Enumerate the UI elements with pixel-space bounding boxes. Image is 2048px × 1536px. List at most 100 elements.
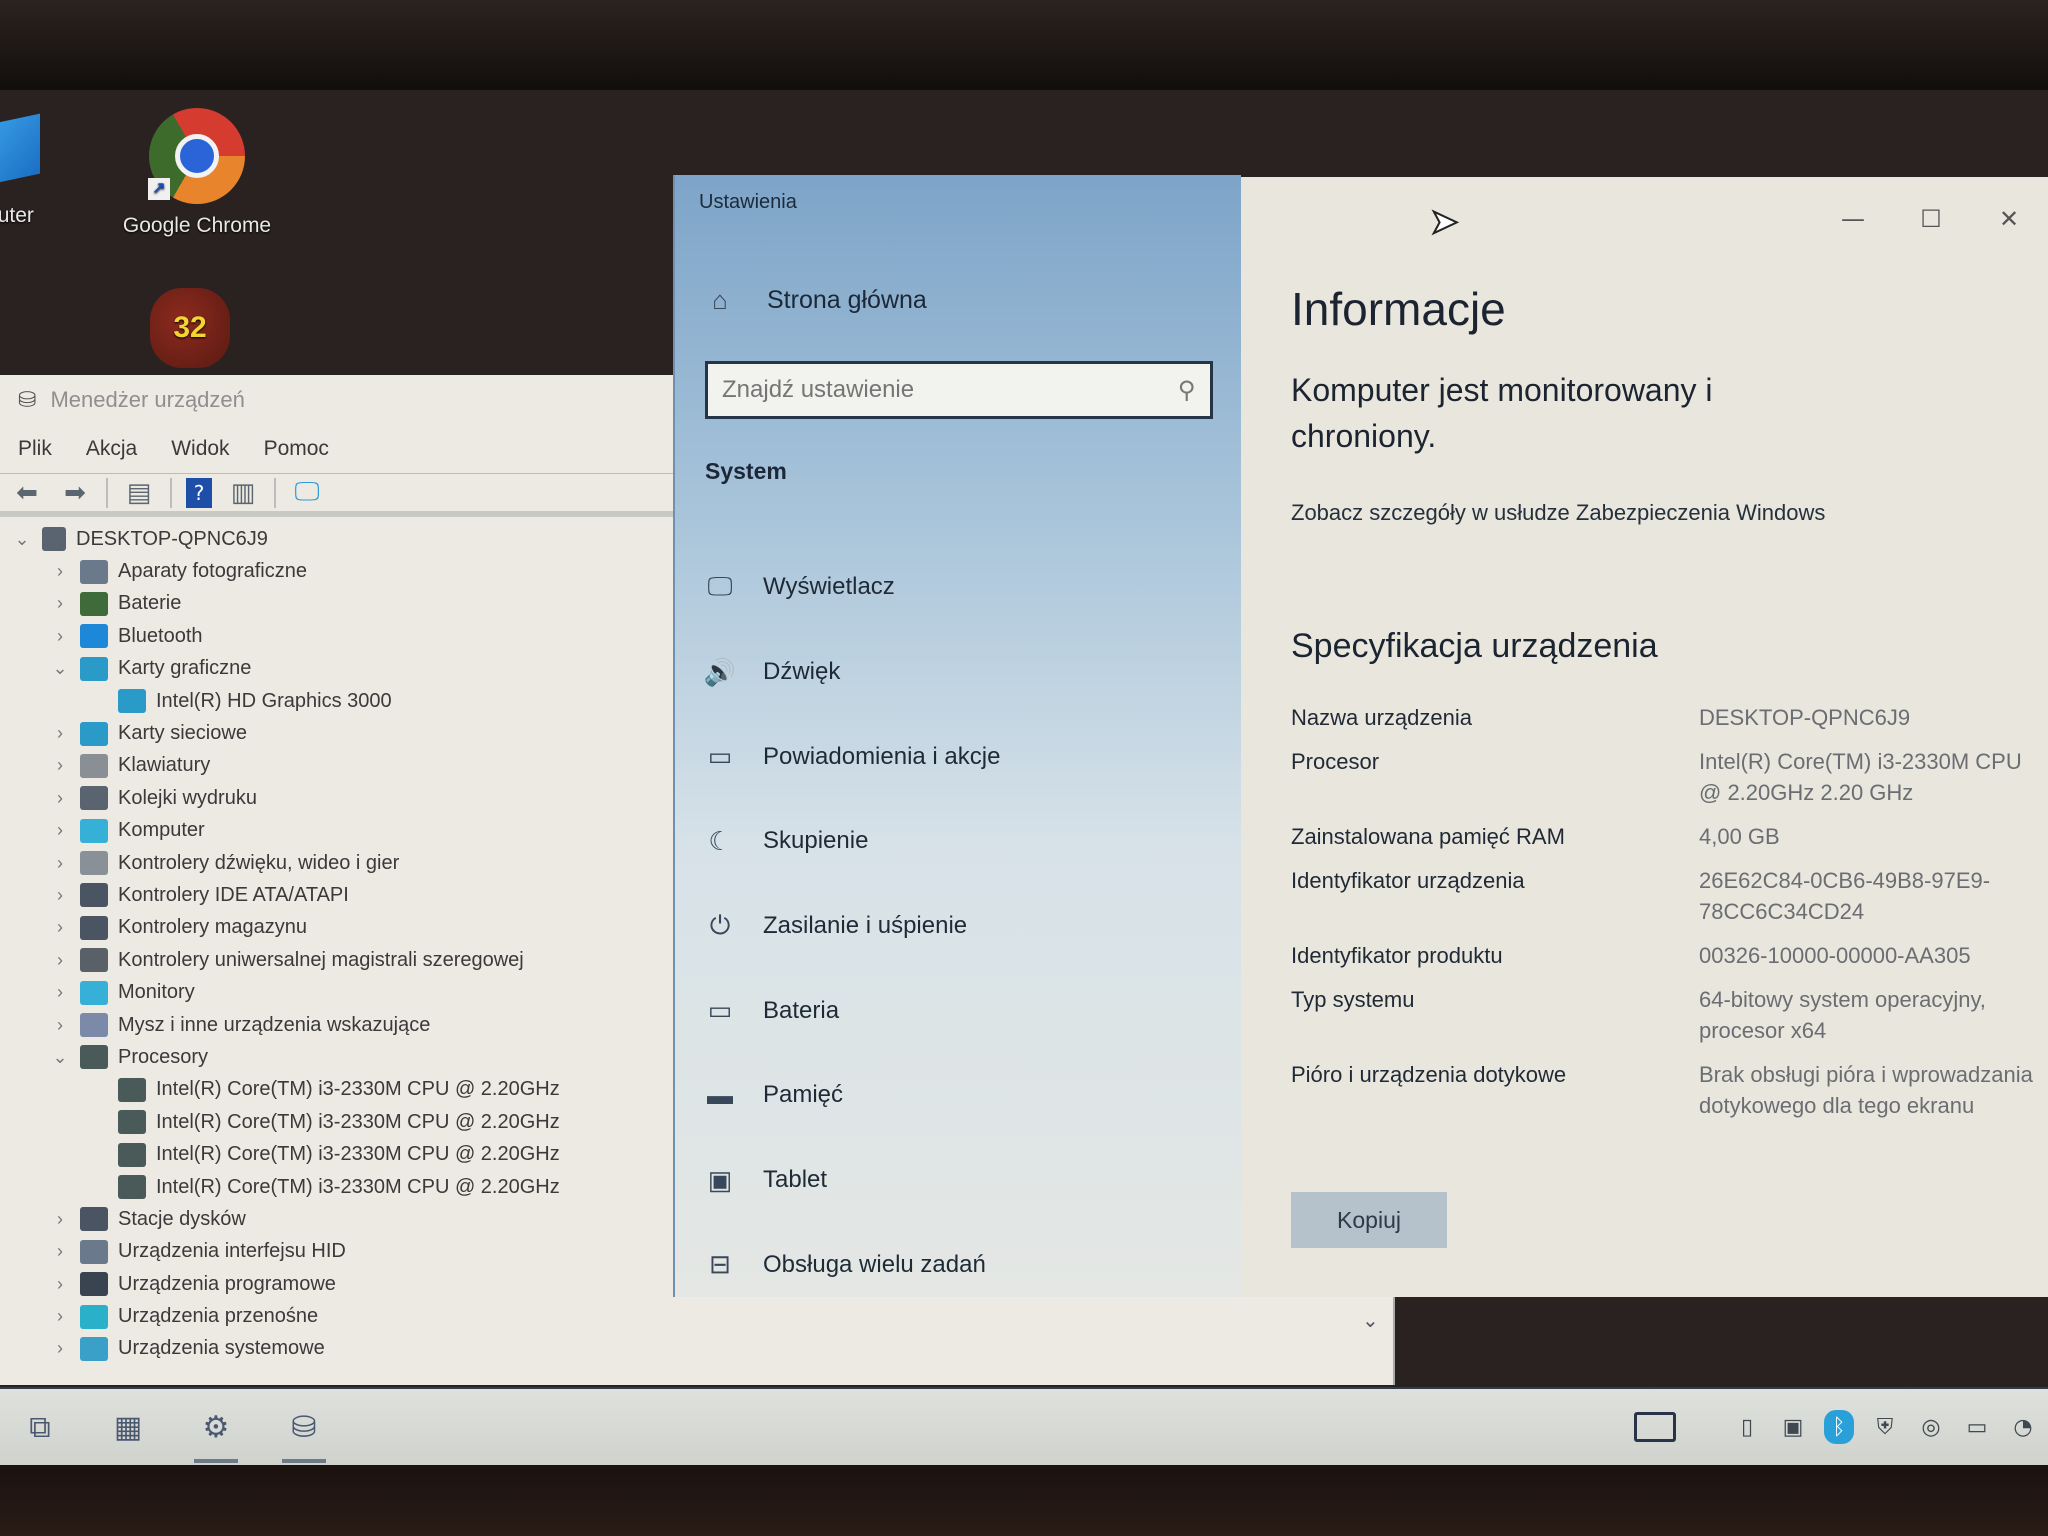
camera-icon[interactable]: ◎: [1916, 1410, 1946, 1444]
screen-bezel-top: [0, 0, 2048, 90]
chevron-right-icon[interactable]: ›: [50, 853, 70, 874]
chevron-right-icon[interactable]: ›: [50, 1306, 70, 1327]
chevron-right-icon[interactable]: ›: [50, 1241, 70, 1262]
device-category-icon: [80, 851, 108, 876]
chevron-right-icon[interactable]: ›: [50, 1274, 70, 1295]
device-category-icon: [80, 1272, 108, 1297]
spec-value: 00326-10000-00000-AA305: [1699, 943, 1971, 968]
bluetooth-icon[interactable]: ᛒ: [1824, 1410, 1854, 1444]
windows-security-link[interactable]: Zobacz szczegóły w usłudze Zabezpieczeni…: [1291, 497, 1851, 529]
security-status: Komputer jest monitorowany i chroniony.: [1291, 372, 1713, 454]
nav-item-storage[interactable]: ▬ Pamięć: [703, 1053, 1000, 1138]
nav-item-display[interactable]: 🖵 Wyświetlacz: [703, 545, 1000, 630]
chevron-right-icon[interactable]: ›: [50, 820, 70, 841]
chevron-right-icon[interactable]: ›: [50, 1209, 70, 1230]
spec-label: Zainstalowana pamięć RAM: [1291, 824, 1565, 849]
chevron-right-icon[interactable]: ›: [50, 626, 70, 647]
chevron-right-icon[interactable]: ›: [50, 593, 70, 614]
nav-item-notifications[interactable]: ▭ Powiadomienia i akcje: [703, 714, 1001, 799]
settings-window: Ustawienia ⌂ Strona główna ⚲ System 🖵Wyś…: [673, 175, 2048, 1297]
desktop-icon-computer[interactable]: puter: [0, 113, 40, 228]
chevron-right-icon[interactable]: ›: [50, 723, 70, 744]
spec-row: Typ systemu 64-bitowy system operacyjny, …: [1291, 984, 2048, 1046]
display-network-icon[interactable]: ▣: [1778, 1410, 1808, 1444]
device-category-icon: [118, 1110, 146, 1135]
chevron-right-icon[interactable]: ›: [50, 950, 70, 971]
device-category-icon: [80, 753, 108, 778]
close-button[interactable]: ✕: [1970, 197, 2048, 241]
menu-view[interactable]: Widok: [171, 437, 229, 461]
chevron-right-icon[interactable]: ›: [50, 917, 70, 938]
help-icon[interactable]: ?: [186, 477, 212, 508]
spec-row: Procesor Intel(R) Core(TM) i3-2330M CPU @…: [1291, 746, 2048, 808]
notifications-icon: ▭: [707, 741, 733, 772]
show-hide-console-tree-icon[interactable]: ▤: [122, 478, 156, 508]
spec-row: Identyfikator produktu 00326-10000-00000-…: [1291, 940, 2048, 971]
nav-item-battery[interactable]: ▭ Bateria: [703, 968, 1000, 1053]
spec-label: Nazwa urządzenia: [1291, 705, 1472, 730]
usb-drive-icon[interactable]: ▯: [1732, 1410, 1762, 1444]
device-category-icon: [80, 786, 108, 811]
game-icon: 32: [150, 288, 230, 368]
task-view-icon[interactable]: ⧉: [12, 1399, 68, 1455]
battery-plug-icon[interactable]: ▭: [1962, 1410, 1992, 1444]
nav-item-focus-moon[interactable]: ☾ Skupienie: [703, 799, 1000, 884]
device-category-icon: [80, 915, 108, 940]
search-icon[interactable]: ⚲: [1178, 376, 1196, 404]
forward-arrow-icon[interactable]: ➡: [58, 478, 92, 508]
show-action-pane-icon[interactable]: ▥: [226, 478, 260, 508]
spec-value: Brak obsługi pióra i wprowadzania dotyko…: [1699, 1062, 2033, 1118]
scroll-down-chevron-icon[interactable]: ⌄: [1362, 1308, 1379, 1332]
chevron-down-icon[interactable]: ⌄: [50, 658, 70, 679]
menu-file[interactable]: Plik: [18, 437, 52, 461]
device-category-icon: [118, 689, 146, 714]
news-widget-icon[interactable]: [1634, 1412, 1676, 1442]
security-shield-icon[interactable]: ⛨: [1870, 1410, 1900, 1444]
computer-icon: [42, 527, 66, 552]
battery-icon: ▭: [707, 995, 733, 1026]
file-explorer-icon[interactable]: ▦: [100, 1399, 156, 1455]
spec-row: Pióro i urządzenia dotykowe Brak obsługi …: [1291, 1059, 2048, 1121]
copy-button[interactable]: Kopiuj: [1291, 1192, 1447, 1248]
minimize-button[interactable]: —: [1814, 197, 1892, 241]
device-category-icon: [118, 1175, 146, 1199]
chevron-right-icon[interactable]: ›: [50, 561, 70, 582]
spec-label: Procesor: [1291, 749, 1380, 774]
chevron-right-icon[interactable]: ›: [50, 1015, 70, 1036]
nav-home[interactable]: ⌂ Strona główna: [703, 285, 927, 316]
chevron-right-icon[interactable]: ›: [50, 982, 70, 1003]
chevron-right-icon[interactable]: ›: [50, 885, 70, 906]
shortcut-arrow-icon: ↗: [148, 178, 170, 200]
desktop-icon-game[interactable]: 32: [150, 288, 230, 368]
chevron-down-icon[interactable]: ⌄: [12, 529, 32, 550]
nav-item-multitasking[interactable]: ⊟ Obsługa wielu zadań: [703, 1223, 1000, 1308]
tree-category-item[interactable]: › Urządzenia systemowe: [12, 1333, 1393, 1365]
settings-search-input[interactable]: [722, 376, 1179, 404]
device-category-icon: [80, 559, 108, 584]
settings-search[interactable]: ⚲: [705, 361, 1213, 419]
back-arrow-icon[interactable]: ⬅: [10, 478, 44, 508]
chevron-right-icon[interactable]: ›: [50, 788, 70, 809]
display-icon: 🖵: [707, 571, 733, 602]
maximize-button[interactable]: ☐: [1892, 197, 1970, 241]
chevron-right-icon[interactable]: ›: [50, 755, 70, 776]
spec-label: Identyfikator urządzenia: [1291, 868, 1525, 893]
chevron-right-icon[interactable]: ›: [50, 1338, 70, 1359]
spec-label: Identyfikator produktu: [1291, 943, 1503, 968]
nav-item-power[interactable]: ⏻ Zasilanie i uśpienie: [703, 884, 1000, 969]
settings-content: — ☐ ✕ Informacje Komputer jest monitorow…: [1241, 177, 2048, 1297]
menu-help[interactable]: Pomoc: [264, 437, 329, 461]
device-category-icon: [80, 1336, 108, 1361]
device-manager-icon[interactable]: ⛁: [276, 1399, 332, 1463]
settings-gear-icon[interactable]: ⚙: [188, 1399, 244, 1463]
nav-item-sound[interactable]: 🔊 Dźwięk: [703, 630, 1000, 715]
nav-item-tablet[interactable]: ▣ Tablet: [703, 1138, 1000, 1223]
chevron-down-icon[interactable]: ⌄: [50, 1047, 70, 1068]
desktop-icon-google-chrome[interactable]: ↗ Google Chrome: [112, 108, 282, 238]
monitor-scan-icon[interactable]: 🖵: [290, 477, 324, 508]
device-category-icon: [80, 656, 108, 681]
window-controls: — ☐ ✕: [1814, 197, 2048, 241]
menu-action[interactable]: Akcja: [86, 437, 137, 461]
wifi-icon[interactable]: ◔: [2008, 1410, 2038, 1444]
spec-row: Zainstalowana pamięć RAM 4,00 GB: [1291, 821, 2048, 852]
